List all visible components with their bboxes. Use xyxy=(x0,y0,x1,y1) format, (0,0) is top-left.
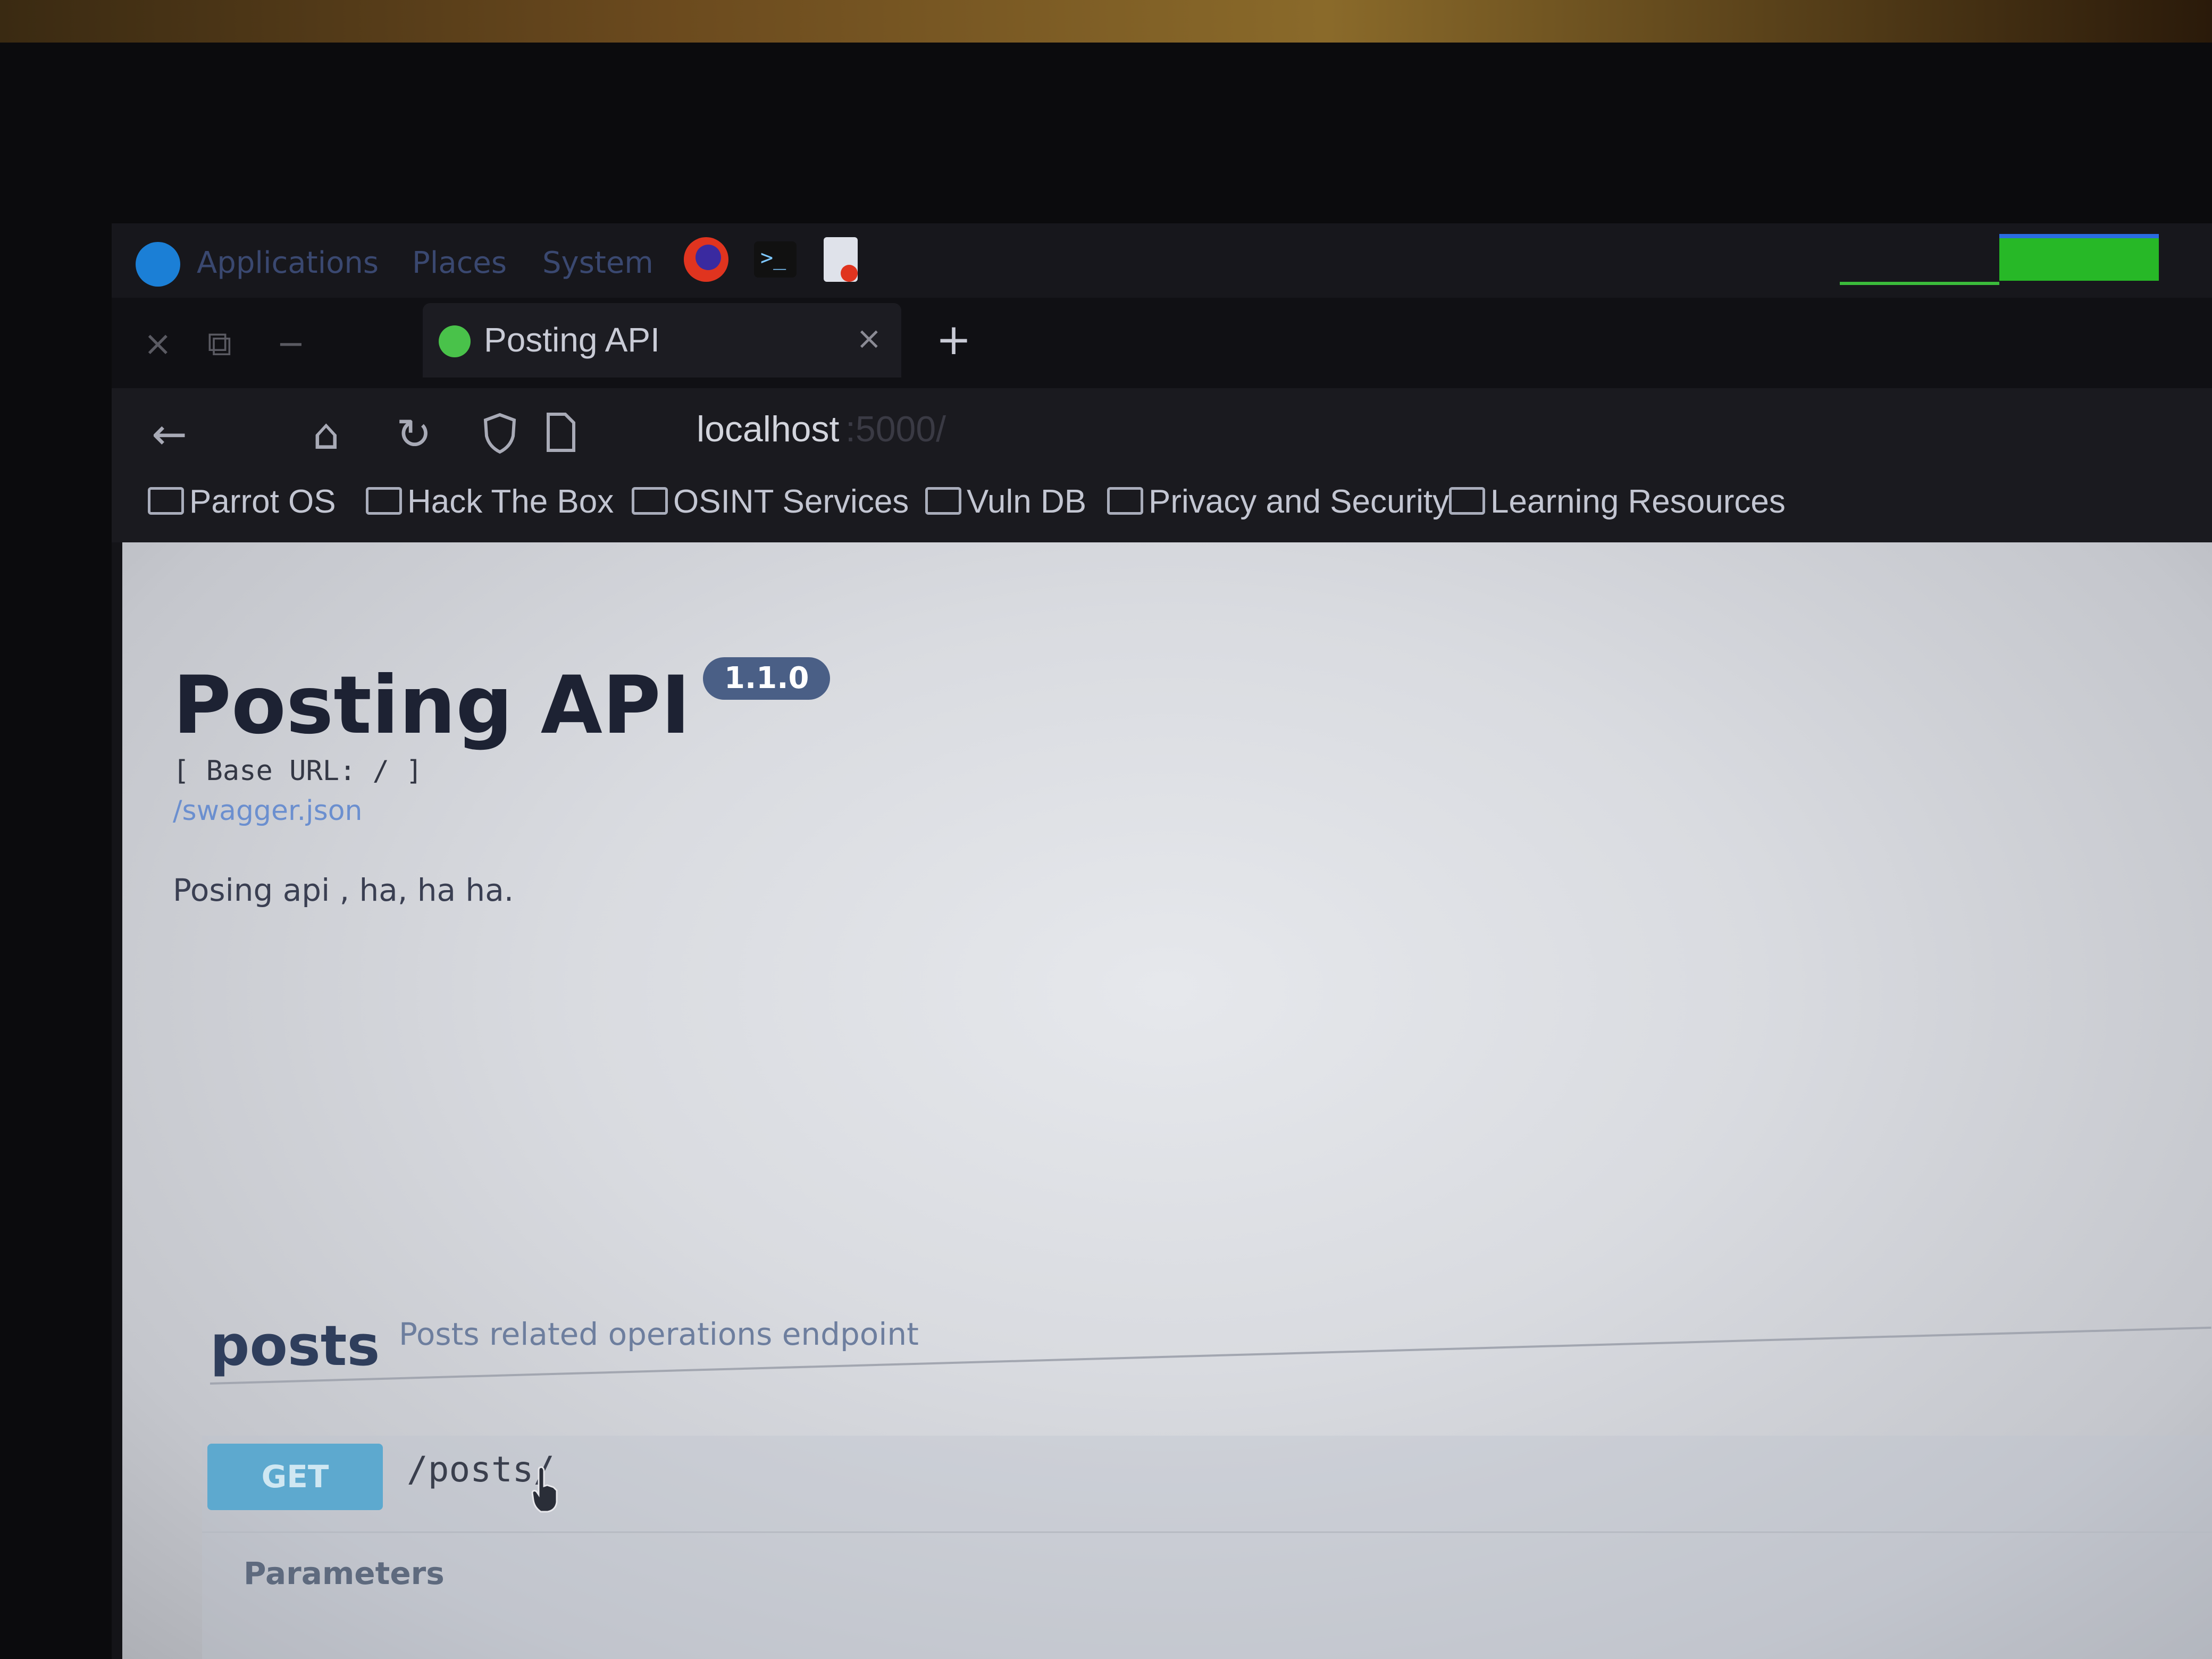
favicon-icon xyxy=(439,325,471,357)
url-port[interactable]: :5000/ xyxy=(845,408,946,450)
close-window-icon[interactable]: × xyxy=(144,324,172,364)
folder-icon xyxy=(366,487,402,515)
notes-icon[interactable] xyxy=(816,234,867,285)
parameters-divider xyxy=(202,1531,2212,1533)
bookmark-label: Parrot OS xyxy=(189,483,336,520)
tag-description: Posts related operations endpoint xyxy=(399,1316,919,1352)
hand-cursor-icon xyxy=(531,1466,558,1513)
menu-system[interactable]: System xyxy=(542,246,653,280)
bookmark-hack-the-box[interactable]: Hack The Box xyxy=(366,483,614,521)
back-icon[interactable]: ← xyxy=(152,409,187,459)
tab-title: Posting API xyxy=(484,321,660,359)
terminal-icon[interactable]: >_ xyxy=(750,234,801,285)
url-host[interactable]: localhost xyxy=(697,408,839,450)
home-icon[interactable]: ⌂ xyxy=(313,409,340,459)
cpu-graph xyxy=(1840,229,1999,285)
page-info-icon[interactable] xyxy=(545,412,577,453)
menu-applications[interactable]: Applications xyxy=(197,246,379,280)
reload-icon[interactable]: ↻ xyxy=(396,409,432,459)
folder-icon xyxy=(925,487,961,515)
system-monitor-block xyxy=(1999,234,2159,281)
bookmark-osint-services[interactable]: OSINT Services xyxy=(632,483,909,521)
new-tab-button[interactable]: + xyxy=(936,315,971,364)
get-method-badge[interactable]: GET xyxy=(207,1444,383,1510)
api-description: Posing api , ha, ha ha. xyxy=(173,872,514,908)
parrot-logo-icon[interactable] xyxy=(136,242,180,287)
firefox-icon[interactable] xyxy=(681,234,732,285)
bookmark-label: Vuln DB xyxy=(967,483,1087,520)
folder-icon xyxy=(632,487,668,515)
tag-posts[interactable]: posts xyxy=(210,1313,380,1378)
menu-places[interactable]: Places xyxy=(412,246,507,280)
bookmark-label: Learning Resources xyxy=(1490,483,1786,520)
folder-icon xyxy=(1449,487,1485,515)
swagger-json-link[interactable]: /swagger.json xyxy=(173,795,362,827)
bookmark-privacy-and-security[interactable]: Privacy and Security xyxy=(1107,483,1449,521)
svg-text:>_: >_ xyxy=(760,246,786,270)
bookmark-learning-resources[interactable]: Learning Resources xyxy=(1449,483,1786,521)
minimize-window-icon[interactable]: − xyxy=(276,324,305,364)
monitor-bezel-top xyxy=(0,0,2212,43)
bookmark-vuln-db[interactable]: Vuln DB xyxy=(925,483,1086,521)
folder-icon xyxy=(1107,487,1143,515)
bookmark-label: OSINT Services xyxy=(673,483,909,520)
bookmark-label: Hack The Box xyxy=(407,483,614,520)
shield-icon[interactable] xyxy=(481,412,518,455)
api-title: Posting API xyxy=(173,659,691,752)
base-url: [ Base URL: / ] xyxy=(173,755,423,787)
bookmark-parrot-os[interactable]: Parrot OS xyxy=(148,483,336,521)
parameters-heading: Parameters xyxy=(244,1555,445,1591)
folder-icon xyxy=(148,487,184,515)
tab-close-icon[interactable]: × xyxy=(856,320,882,356)
bookmark-label: Privacy and Security xyxy=(1149,483,1449,520)
maximize-window-icon[interactable]: ⧉ xyxy=(207,324,232,364)
version-badge: 1.1.0 xyxy=(703,657,831,700)
